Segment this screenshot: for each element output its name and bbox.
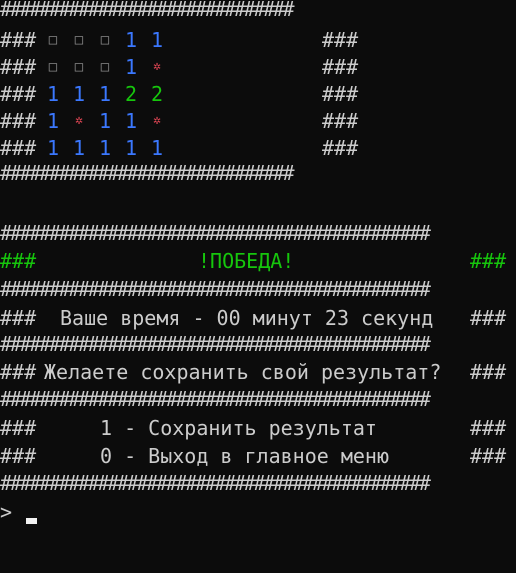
panel-border: ########################################… xyxy=(0,277,431,301)
board-row-left-border: ### xyxy=(0,109,37,133)
mine-icon: ✲ xyxy=(153,113,161,128)
board-row-right-border: ### xyxy=(322,109,359,133)
number-cell: 1 xyxy=(72,82,86,106)
save-prompt-text: Желаете сохранить свой результат? xyxy=(44,360,442,384)
save-prompt-row: ### Желаете сохранить свой результат? ##… xyxy=(0,359,516,385)
victory-text: !ПОБЕДА! xyxy=(198,249,295,273)
row-left-border: ### xyxy=(0,360,37,384)
number-cell: 1 xyxy=(124,109,138,133)
option-exit[interactable]: 0 - Выход в главное меню xyxy=(100,443,389,469)
number-cell: 1 xyxy=(124,136,138,160)
mine-icon: ✲ xyxy=(75,113,83,128)
option-save-row[interactable]: ### 1 - Сохранить результат ### xyxy=(0,415,516,441)
board-row-right-border: ### xyxy=(322,136,359,160)
board-row-left-border: ### xyxy=(0,136,37,160)
panel-border: ########################################… xyxy=(0,387,431,411)
row-right-border: ### xyxy=(470,249,507,273)
board-row-right-border: ### xyxy=(322,55,359,79)
row-left-border: ### xyxy=(0,249,37,273)
board-row-right-border: ### xyxy=(322,82,359,106)
board-row-left-border: ### xyxy=(0,28,37,52)
number-cell: 1 xyxy=(46,136,60,160)
row-right-border: ### xyxy=(470,306,507,330)
number-cell: 1 xyxy=(98,109,112,133)
input-line[interactable]: > xyxy=(0,499,12,525)
console-window: ############################## ### □ □ □ 1 1 #… xyxy=(0,0,516,530)
board-row-left-border: ### xyxy=(0,82,37,106)
victory-row: ### !ПОБЕДА! ### xyxy=(0,248,516,274)
text-cursor xyxy=(26,518,37,524)
number-cell: 1 xyxy=(150,136,164,160)
row-left-border: ### xyxy=(0,306,37,330)
board-row-left-border: ### xyxy=(0,55,37,79)
option-save[interactable]: 1 - Сохранить результат xyxy=(100,415,377,441)
number-cell: 1 xyxy=(124,28,138,52)
row-right-border: ### xyxy=(470,444,507,468)
unopened-cell: □ xyxy=(74,59,84,75)
mine-icon: ✲ xyxy=(153,59,161,74)
number-cell: 2 xyxy=(150,82,164,106)
prompt-symbol: > xyxy=(0,500,13,524)
board-row-right-border: ### xyxy=(322,28,359,52)
row-right-border: ### xyxy=(470,416,507,440)
time-text: Ваше время - 00 минут 23 секунд xyxy=(60,306,434,330)
unopened-cell: □ xyxy=(100,59,110,75)
board-row: ### □ □ □ 1 1 ### xyxy=(0,27,360,53)
number-cell: 1 xyxy=(46,109,60,133)
unopened-cell: □ xyxy=(100,32,110,48)
number-cell: 1 xyxy=(46,82,60,106)
row-left-border: ### xyxy=(0,444,37,468)
number-cell: 2 xyxy=(124,82,138,106)
board-row: ### □ □ □ 1 ✲ ### xyxy=(0,54,360,80)
row-left-border: ### xyxy=(0,416,37,440)
board-row: ### 1 1 1 1 1 ### xyxy=(0,135,360,161)
number-cell: 1 xyxy=(124,55,138,79)
board-border-bottom: ############################## xyxy=(0,161,295,185)
row-right-border: ### xyxy=(470,360,507,384)
panel-border: ########################################… xyxy=(0,332,431,356)
time-row: ### Ваше время - 00 минут 23 секунд ### xyxy=(0,305,516,331)
unopened-cell: □ xyxy=(48,59,58,75)
number-cell: 1 xyxy=(150,28,164,52)
board-border-top: ############################## xyxy=(0,0,295,21)
number-cell: 1 xyxy=(72,136,86,160)
unopened-cell: □ xyxy=(48,32,58,48)
panel-border: ########################################… xyxy=(0,471,431,495)
panel-border: ########################################… xyxy=(0,221,431,245)
board-row: ### 1 1 1 2 2 ### xyxy=(0,81,360,107)
number-cell: 1 xyxy=(98,82,112,106)
unopened-cell: □ xyxy=(74,32,84,48)
option-exit-row[interactable]: ### 0 - Выход в главное меню ### xyxy=(0,443,516,469)
board-row: ### 1 ✲ 1 1 ✲ ### xyxy=(0,108,360,134)
number-cell: 1 xyxy=(98,136,112,160)
